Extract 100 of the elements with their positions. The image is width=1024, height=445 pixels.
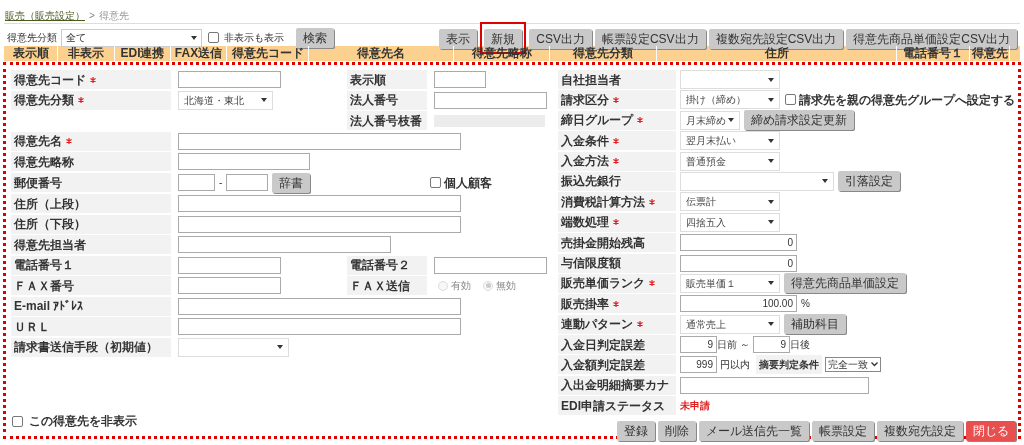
field-label: 振込先銀行 [561, 173, 621, 191]
search-button[interactable]: 検索 [296, 27, 334, 48]
select-field[interactable]: 完全一致 [825, 357, 881, 373]
text-input[interactable] [178, 195, 461, 212]
required-asterisk-icon [637, 321, 643, 328]
breadcrumb-link[interactable]: 販売（販売設定） [5, 7, 85, 23]
field-label: 入金日判定誤差 [561, 336, 645, 354]
number-input[interactable]: 0 [680, 234, 797, 252]
select-field[interactable]: 月末締め [680, 110, 740, 130]
select-field[interactable]: 通常売上 [680, 314, 780, 334]
text-input[interactable] [178, 71, 281, 88]
form-button[interactable]: 帳票設定 [812, 420, 874, 441]
radio-label: 有効 [451, 279, 471, 293]
number-input[interactable]: 9 [753, 336, 790, 354]
select-field[interactable]: 販売単価１ [680, 273, 780, 293]
action-button[interactable]: 得意先商品単価設定 [784, 273, 906, 294]
text-input[interactable] [178, 215, 461, 233]
required-asterisk-icon [78, 97, 84, 103]
text-input[interactable] [178, 277, 281, 294]
text-input[interactable] [434, 71, 486, 88]
text-input[interactable] [178, 256, 281, 274]
checkbox-label: 非表示も表示 [224, 31, 284, 45]
form-button[interactable]: 複数宛先設定 [877, 420, 963, 441]
action-button[interactable]: 締め請求設定更新 [744, 110, 854, 131]
required-asterisk-icon [613, 137, 619, 144]
field-label: 得意先コード [14, 71, 86, 89]
dropdown-caret-icon [768, 138, 774, 143]
checkbox[interactable] [208, 32, 219, 43]
text-input[interactable] [178, 132, 461, 150]
column-header: 得意先分類 [573, 46, 633, 61]
select-field[interactable]: 四捨五入 [680, 212, 780, 232]
action-button[interactable]: 引落設定 [838, 171, 900, 192]
text-input[interactable] [178, 153, 310, 170]
text-input[interactable] [178, 318, 461, 335]
column-header: FAX送信 [174, 46, 223, 61]
field-label: 販売単価ランク [561, 275, 645, 293]
number-input[interactable]: 999 [680, 356, 717, 374]
required-asterisk-icon [649, 280, 655, 287]
number-input[interactable]: 100.00 [680, 295, 797, 313]
form-button[interactable]: 閉じる [966, 420, 1016, 441]
text-input[interactable] [434, 91, 547, 109]
unit-text: 日前 [717, 338, 737, 353]
dictionary-button[interactable]: 辞書 [272, 172, 311, 193]
column-header: 電話番号１ [903, 46, 963, 61]
number-input[interactable]: 9 [680, 336, 717, 354]
dropdown-caret-icon [261, 98, 267, 102]
dropdown-caret-icon [768, 159, 774, 164]
dropdown-caret-icon [728, 118, 734, 123]
select-field[interactable] [680, 70, 780, 89]
checkbox[interactable] [12, 415, 23, 427]
column-header: 得意先 [971, 46, 1008, 61]
checkbox-label: 請求先を親の得意先グループへ設定する [799, 91, 1015, 109]
column-header: 得意先コード [231, 46, 304, 61]
required-asterisk-icon [613, 158, 619, 165]
required-asterisk-icon [637, 117, 643, 124]
text-input[interactable] [178, 236, 391, 253]
form-button[interactable]: 登録 [617, 420, 655, 441]
field-label: 請求書送信手段（初期値） [14, 339, 158, 356]
field-label: 摘要判定条件 [759, 358, 819, 373]
select-field[interactable]: 北海道・東北 [178, 90, 273, 110]
form-button[interactable]: メール送信先一覧 [699, 420, 809, 441]
field-label: 得意先名 [14, 133, 62, 150]
range-separator: ～ [740, 338, 750, 353]
select-field[interactable]: 伝票計 [680, 192, 780, 212]
checkbox-label: 個人顧客 [444, 174, 493, 192]
column-header: 住所 [764, 46, 789, 61]
postal-code-input[interactable] [226, 174, 269, 191]
text-input[interactable] [680, 376, 869, 394]
unit-text: 円以内 [720, 358, 750, 373]
field-label: 得意先分類 [14, 92, 74, 109]
field-label: 法人番号枝番 [350, 112, 422, 130]
text-input[interactable] [178, 297, 461, 315]
checkbox-label: この得意先を非表示 [29, 413, 137, 430]
postal-code-input[interactable] [178, 174, 215, 191]
select-field[interactable] [178, 337, 289, 357]
select-field[interactable]: 普通預金 [680, 151, 780, 171]
category-select[interactable]: 全て [61, 28, 202, 47]
checkbox[interactable] [430, 177, 442, 188]
dropdown-caret-icon [277, 345, 283, 349]
dropdown-caret-icon [768, 322, 774, 327]
select-field[interactable]: 翌月末払い [680, 131, 780, 151]
field-label: 自社担当者 [561, 71, 621, 89]
dropdown-caret-icon [768, 97, 774, 102]
field-label: 消費税計算方法 [561, 193, 645, 211]
select-field[interactable] [680, 171, 834, 191]
number-input[interactable]: 0 [680, 254, 797, 272]
field-label: 与信限度額 [561, 255, 621, 272]
checkbox[interactable] [785, 94, 796, 106]
select-field[interactable]: 掛け（締め） [680, 90, 780, 110]
action-button[interactable]: 補助科目 [784, 314, 846, 335]
radio-label: 無効 [496, 279, 516, 293]
text-input[interactable] [434, 256, 547, 274]
dropdown-caret-icon [768, 77, 774, 82]
chevron-down-icon [871, 362, 878, 368]
field-label: EDI申請ステータス [561, 397, 665, 415]
column-header: 非表示 [68, 46, 104, 61]
form-button[interactable]: 削除 [658, 420, 696, 441]
field-label: ＵＲＬ [14, 318, 50, 336]
breadcrumb-separator: > [89, 8, 95, 23]
separator-text: - [219, 176, 223, 190]
